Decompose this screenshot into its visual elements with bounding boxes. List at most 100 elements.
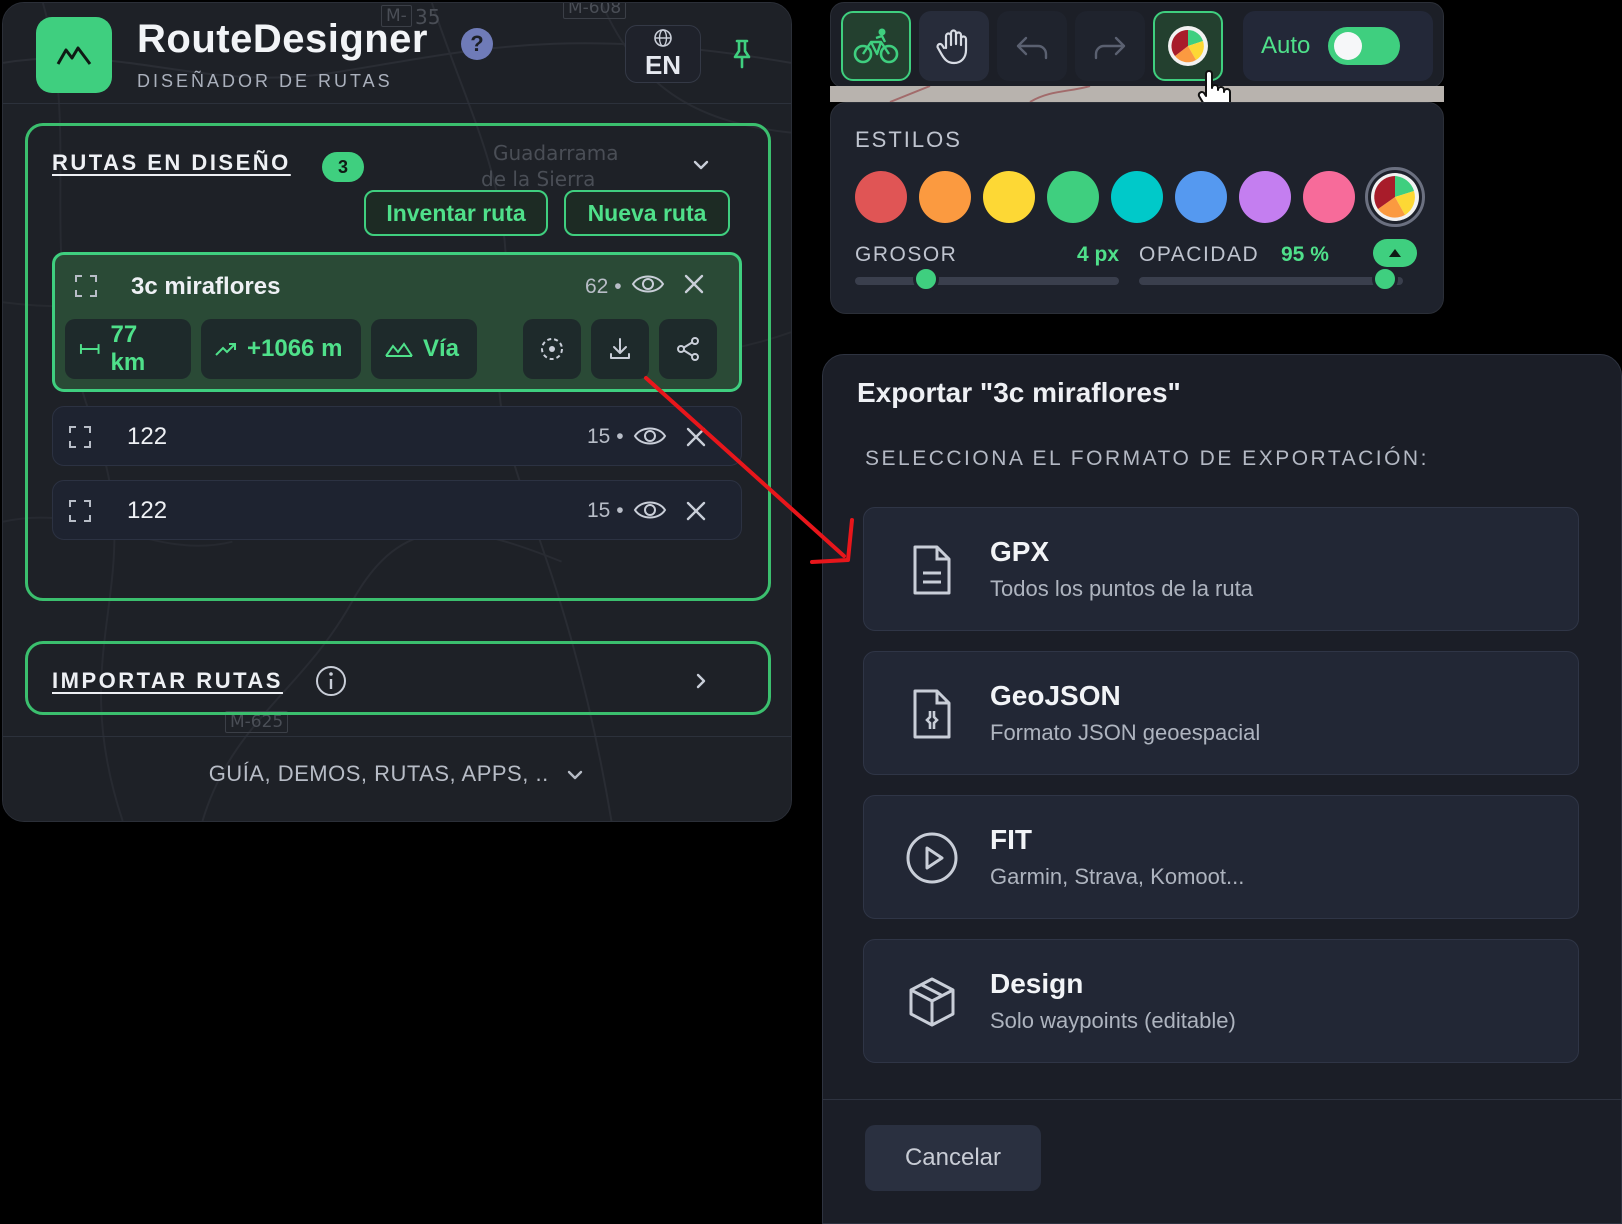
terrain-icon [385, 342, 413, 357]
color-swatch-yellow[interactable] [983, 171, 1035, 223]
footer-link-label: GUÍA, DEMOS, RUTAS, APPS, .. [208, 761, 549, 786]
cancel-button[interactable]: Cancelar [865, 1125, 1041, 1191]
box-icon [902, 972, 962, 1032]
routes-in-design-section: RUTAS EN DISEÑO 3 Inventar ruta Nueva ru… [25, 123, 771, 601]
routes-count-badge: 3 [322, 152, 364, 182]
eye-icon[interactable] [633, 497, 667, 523]
export-option-name: FIT [990, 824, 1032, 855]
bike-mode-button[interactable] [841, 11, 911, 81]
color-swatch-blue[interactable] [1175, 171, 1227, 223]
color-swatch-red[interactable] [855, 171, 907, 223]
import-section-title[interactable]: IMPORTAR RUTAS [52, 668, 283, 694]
auto-label: Auto [1261, 32, 1311, 59]
language-button[interactable]: EN [625, 25, 701, 83]
import-routes-section[interactable]: IMPORTAR RUTAS [25, 641, 771, 715]
multicolor-icon [1371, 173, 1419, 221]
redo-icon [1094, 36, 1126, 60]
hand-icon [936, 29, 968, 65]
eye-icon[interactable] [633, 423, 667, 449]
pin-icon[interactable] [731, 39, 753, 69]
dialog-divider [823, 1099, 1621, 1100]
locate-route-button[interactable] [523, 319, 581, 379]
toggle-knob [1334, 32, 1363, 60]
color-swatch-pink[interactable] [1303, 171, 1355, 223]
map-road-label: M-608 [563, 3, 627, 19]
undo-button[interactable] [997, 11, 1067, 81]
export-route-button[interactable] [591, 319, 649, 379]
route-distance-chip: 77 km [65, 319, 191, 379]
route-type-chip: Vía [371, 319, 477, 379]
language-label: EN [644, 49, 682, 80]
close-icon[interactable] [685, 500, 707, 522]
eye-icon[interactable] [631, 271, 665, 297]
opacity-slider-track[interactable] [1139, 277, 1403, 285]
auto-toggle[interactable] [1328, 27, 1401, 65]
route-name: 122 [127, 497, 168, 524]
help-icon[interactable]: ? [461, 28, 493, 60]
play-circle-icon [902, 828, 962, 888]
collapse-styles-button[interactable] [1373, 239, 1417, 267]
close-icon[interactable] [685, 426, 707, 448]
info-icon[interactable] [314, 664, 348, 698]
export-dialog: Exportar "3c miraflores" SELECCIONA EL F… [822, 354, 1622, 1224]
close-icon[interactable] [683, 273, 705, 295]
route-card[interactable]: 122 15 • [52, 406, 742, 466]
export-option-description: Solo waypoints (editable) [990, 1008, 1236, 1033]
color-swatch-green[interactable] [1047, 171, 1099, 223]
share-route-button[interactable] [659, 319, 717, 379]
export-option-name: Design [990, 968, 1084, 999]
chevron-down-icon [568, 770, 583, 780]
download-icon [610, 338, 630, 359]
route-card[interactable]: 122 15 • [52, 480, 742, 540]
footer-divider [3, 736, 791, 737]
export-option-fit[interactable]: FIT Garmin, Strava, Komoot... [863, 795, 1579, 919]
app-title: RouteDesigner [137, 17, 428, 61]
redo-button[interactable] [1075, 11, 1145, 81]
styles-panel: ESTILOS GROSOR 4 px OPACIDAD 95 % [830, 102, 1444, 314]
footer-menu-link[interactable]: GUÍA, DEMOS, RUTAS, APPS, .. [3, 761, 791, 787]
export-option-gpx[interactable]: GPX Todos los puntos de la ruta [863, 507, 1579, 631]
export-dialog-subtitle: SELECCIONA EL FORMATO DE EXPORTACIÓN: [865, 447, 1429, 470]
file-json-icon [902, 684, 962, 744]
thickness-slider-thumb[interactable] [913, 266, 940, 292]
auto-routing-control: Auto [1243, 11, 1433, 81]
route-distance: 77 km [110, 321, 146, 376]
color-swatch-orange[interactable] [919, 171, 971, 223]
map-toolbar: Auto [830, 2, 1444, 88]
invent-route-button[interactable]: Inventar ruta [364, 190, 548, 236]
route-elevation-chip: +1066 m [201, 319, 361, 379]
export-dialog-title: Exportar "3c miraflores" [857, 377, 1181, 408]
route-elevation-gain: +1066 m [247, 335, 343, 362]
chevron-right-icon[interactable] [690, 670, 712, 692]
export-option-description: Todos los puntos de la ruta [990, 576, 1253, 601]
triangle-up-icon [1389, 249, 1401, 257]
export-option-name: GeoJSON [990, 680, 1121, 711]
app-subtitle: DISEÑADOR DE RUTAS [137, 71, 393, 91]
color-swatch-purple[interactable] [1239, 171, 1291, 223]
bike-icon [853, 28, 899, 64]
new-route-button[interactable]: Nueva ruta [564, 190, 730, 236]
opacity-label: OPACIDAD [1139, 243, 1260, 266]
chevron-down-icon[interactable] [690, 154, 712, 176]
expand-icon[interactable] [67, 424, 93, 450]
color-swatch-cyan[interactable] [1111, 171, 1163, 223]
pan-mode-button[interactable] [919, 11, 989, 81]
export-option-geojson[interactable]: GeoJSON Formato JSON geoespacial [863, 651, 1579, 775]
routes-section-title[interactable]: RUTAS EN DISEÑO [52, 150, 291, 176]
trend-up-icon [215, 343, 236, 356]
expand-icon[interactable] [73, 273, 99, 299]
opacity-value: 95 % [1281, 243, 1329, 266]
export-option-design[interactable]: Design Solo waypoints (editable) [863, 939, 1579, 1063]
route-point-count: 62 • [585, 275, 622, 298]
map-strip [830, 85, 1444, 103]
target-icon [541, 338, 563, 360]
header-divider [3, 103, 791, 104]
thickness-slider-track[interactable] [855, 277, 1119, 285]
multicolor-swatch-selected[interactable] [1365, 167, 1425, 227]
mountain-icon [56, 46, 92, 65]
route-name: 3c miraflores [131, 273, 281, 300]
opacity-slider-thumb[interactable] [1371, 266, 1398, 292]
styles-title: ESTILOS [855, 127, 962, 152]
route-card-active[interactable]: 3c miraflores 62 • 77 km +1066 m Vía [52, 252, 742, 392]
expand-icon[interactable] [67, 498, 93, 524]
